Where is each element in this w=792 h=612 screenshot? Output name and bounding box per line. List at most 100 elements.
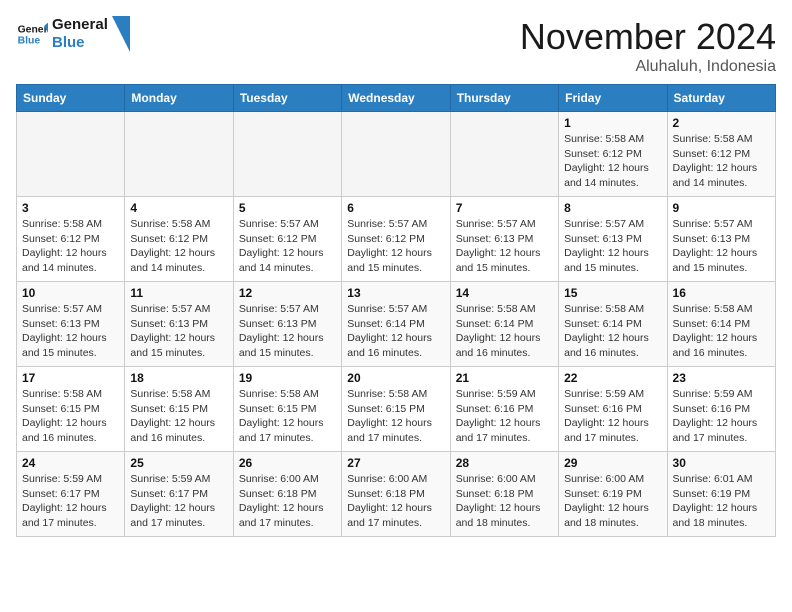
weekday-header-thursday: Thursday xyxy=(450,85,558,112)
calendar-cell: 29 Sunrise: 6:00 AMSunset: 6:19 PMDayligh… xyxy=(559,452,667,537)
month-title: November 2024 xyxy=(520,16,776,58)
calendar-cell xyxy=(17,112,125,197)
day-number: 22 xyxy=(564,371,661,385)
logo-text-general: General xyxy=(52,16,108,34)
calendar-cell: 27 Sunrise: 6:00 AMSunset: 6:18 PMDayligh… xyxy=(342,452,450,537)
day-number: 16 xyxy=(673,286,770,300)
calendar-cell xyxy=(233,112,341,197)
day-info: Sunrise: 5:58 AMSunset: 6:12 PMDaylight:… xyxy=(22,217,119,276)
calendar-cell: 15Sunrise: 5:58 AMSunset: 6:14 PMDayligh… xyxy=(559,282,667,367)
day-info: Sunrise: 5:58 AMSunset: 6:14 PMDaylight:… xyxy=(456,302,553,361)
day-number: 10 xyxy=(22,286,119,300)
calendar-cell: 17Sunrise: 5:58 AMSunset: 6:15 PMDayligh… xyxy=(17,367,125,452)
calendar-cell xyxy=(450,112,558,197)
logo-arrow-icon xyxy=(112,16,130,52)
day-info: Sunrise: 5:57 AMSunset: 6:14 PMDaylight:… xyxy=(347,302,444,361)
day-info: Sunrise: 5:59 AMSunset: 6:16 PMDaylight:… xyxy=(673,387,770,446)
day-number: 1 xyxy=(564,116,661,130)
day-info: Sunrise: 5:59 AMSunset: 6:16 PMDaylight:… xyxy=(456,387,553,446)
calendar-cell: 16Sunrise: 5:58 AMSunset: 6:14 PMDayligh… xyxy=(667,282,775,367)
calendar-week-5: 24Sunrise: 5:59 AMSunset: 6:17 PMDayligh… xyxy=(17,452,776,537)
day-info: Sunrise: 5:59 AMSunset: 6:17 PMDaylight:… xyxy=(130,472,227,531)
day-number: 7 xyxy=(456,201,553,215)
day-number: 12 xyxy=(239,286,336,300)
day-number: 30 xyxy=(673,456,770,470)
calendar-cell xyxy=(125,112,233,197)
calendar-cell: 9 Sunrise: 5:57 AMSunset: 6:13 PMDaylight… xyxy=(667,197,775,282)
day-info: Sunrise: 5:57 AMSunset: 6:13 PMDaylight:… xyxy=(564,217,661,276)
day-number: 3 xyxy=(22,201,119,215)
day-number: 8 xyxy=(564,201,661,215)
weekday-header-saturday: Saturday xyxy=(667,85,775,112)
day-info: Sunrise: 5:57 AMSunset: 6:12 PMDaylight:… xyxy=(347,217,444,276)
calendar-cell: 30 Sunrise: 6:01 AMSunset: 6:19 PMDayligh… xyxy=(667,452,775,537)
day-info: Sunrise: 5:59 AMSunset: 6:16 PMDaylight:… xyxy=(564,387,661,446)
day-number: 6 xyxy=(347,201,444,215)
calendar-header: SundayMondayTuesdayWednesdayThursdayFrid… xyxy=(17,85,776,112)
calendar-cell: 8 Sunrise: 5:57 AMSunset: 6:13 PMDaylight… xyxy=(559,197,667,282)
day-info: Sunrise: 5:58 AMSunset: 6:15 PMDaylight:… xyxy=(22,387,119,446)
logo: General Blue General Blue xyxy=(16,16,130,52)
weekday-header-wednesday: Wednesday xyxy=(342,85,450,112)
calendar-cell: 3 Sunrise: 5:58 AMSunset: 6:12 PMDaylight… xyxy=(17,197,125,282)
day-number: 11 xyxy=(130,286,227,300)
calendar-week-2: 3 Sunrise: 5:58 AMSunset: 6:12 PMDaylight… xyxy=(17,197,776,282)
day-info: Sunrise: 5:57 AMSunset: 6:13 PMDaylight:… xyxy=(130,302,227,361)
day-info: Sunrise: 6:00 AMSunset: 6:18 PMDaylight:… xyxy=(347,472,444,531)
calendar-cell: 13 Sunrise: 5:57 AMSunset: 6:14 PMDayligh… xyxy=(342,282,450,367)
day-info: Sunrise: 5:58 AMSunset: 6:12 PMDaylight:… xyxy=(564,132,661,191)
day-info: Sunrise: 5:57 AMSunset: 6:13 PMDaylight:… xyxy=(239,302,336,361)
day-info: Sunrise: 5:57 AMSunset: 6:13 PMDaylight:… xyxy=(673,217,770,276)
day-info: Sunrise: 6:00 AMSunset: 6:18 PMDaylight:… xyxy=(239,472,336,531)
day-number: 25 xyxy=(130,456,227,470)
day-number: 28 xyxy=(456,456,553,470)
calendar-week-4: 17Sunrise: 5:58 AMSunset: 6:15 PMDayligh… xyxy=(17,367,776,452)
day-number: 26 xyxy=(239,456,336,470)
day-info: Sunrise: 5:58 AMSunset: 6:15 PMDaylight:… xyxy=(130,387,227,446)
calendar-cell: 28 Sunrise: 6:00 AMSunset: 6:18 PMDayligh… xyxy=(450,452,558,537)
day-number: 14 xyxy=(456,286,553,300)
day-number: 9 xyxy=(673,201,770,215)
calendar-cell: 2Sunrise: 5:58 AMSunset: 6:12 PMDaylight… xyxy=(667,112,775,197)
day-number: 4 xyxy=(130,201,227,215)
weekday-header-tuesday: Tuesday xyxy=(233,85,341,112)
calendar-cell: 21Sunrise: 5:59 AMSunset: 6:16 PMDayligh… xyxy=(450,367,558,452)
weekday-header-friday: Friday xyxy=(559,85,667,112)
svg-text:Blue: Blue xyxy=(18,36,41,47)
calendar-week-1: 1 Sunrise: 5:58 AMSunset: 6:12 PMDaylight… xyxy=(17,112,776,197)
calendar-week-3: 10 Sunrise: 5:57 AMSunset: 6:13 PMDayligh… xyxy=(17,282,776,367)
calendar-cell: 24Sunrise: 5:59 AMSunset: 6:17 PMDayligh… xyxy=(17,452,125,537)
day-info: Sunrise: 6:00 AMSunset: 6:18 PMDaylight:… xyxy=(456,472,553,531)
day-number: 19 xyxy=(239,371,336,385)
calendar-cell: 5Sunrise: 5:57 AMSunset: 6:12 PMDaylight… xyxy=(233,197,341,282)
svg-text:General: General xyxy=(18,24,48,35)
calendar-cell: 1 Sunrise: 5:58 AMSunset: 6:12 PMDaylight… xyxy=(559,112,667,197)
calendar-cell: 26 Sunrise: 6:00 AMSunset: 6:18 PMDayligh… xyxy=(233,452,341,537)
calendar-cell: 10 Sunrise: 5:57 AMSunset: 6:13 PMDayligh… xyxy=(17,282,125,367)
calendar-cell: 19Sunrise: 5:58 AMSunset: 6:15 PMDayligh… xyxy=(233,367,341,452)
day-info: Sunrise: 5:57 AMSunset: 6:13 PMDaylight:… xyxy=(22,302,119,361)
title-block: November 2024 Aluhaluh, Indonesia xyxy=(520,16,776,76)
day-info: Sunrise: 6:00 AMSunset: 6:19 PMDaylight:… xyxy=(564,472,661,531)
day-info: Sunrise: 6:01 AMSunset: 6:19 PMDaylight:… xyxy=(673,472,770,531)
calendar-cell: 18 Sunrise: 5:58 AMSunset: 6:15 PMDayligh… xyxy=(125,367,233,452)
calendar-cell: 23 Sunrise: 5:59 AMSunset: 6:16 PMDayligh… xyxy=(667,367,775,452)
weekday-header-monday: Monday xyxy=(125,85,233,112)
calendar-cell xyxy=(342,112,450,197)
location: Aluhaluh, Indonesia xyxy=(520,58,776,76)
day-info: Sunrise: 5:59 AMSunset: 6:17 PMDaylight:… xyxy=(22,472,119,531)
day-number: 5 xyxy=(239,201,336,215)
day-number: 18 xyxy=(130,371,227,385)
day-number: 15 xyxy=(564,286,661,300)
calendar-cell: 11 Sunrise: 5:57 AMSunset: 6:13 PMDayligh… xyxy=(125,282,233,367)
page-header: General Blue General Blue November 2024 … xyxy=(16,16,776,76)
logo-icon: General Blue xyxy=(16,18,48,50)
calendar-cell: 22 Sunrise: 5:59 AMSunset: 6:16 PMDayligh… xyxy=(559,367,667,452)
calendar-cell: 7Sunrise: 5:57 AMSunset: 6:13 PMDaylight… xyxy=(450,197,558,282)
day-number: 27 xyxy=(347,456,444,470)
logo-text-blue: Blue xyxy=(52,34,108,52)
day-number: 29 xyxy=(564,456,661,470)
day-number: 13 xyxy=(347,286,444,300)
day-number: 23 xyxy=(673,371,770,385)
calendar-cell: 12 Sunrise: 5:57 AMSunset: 6:13 PMDayligh… xyxy=(233,282,341,367)
